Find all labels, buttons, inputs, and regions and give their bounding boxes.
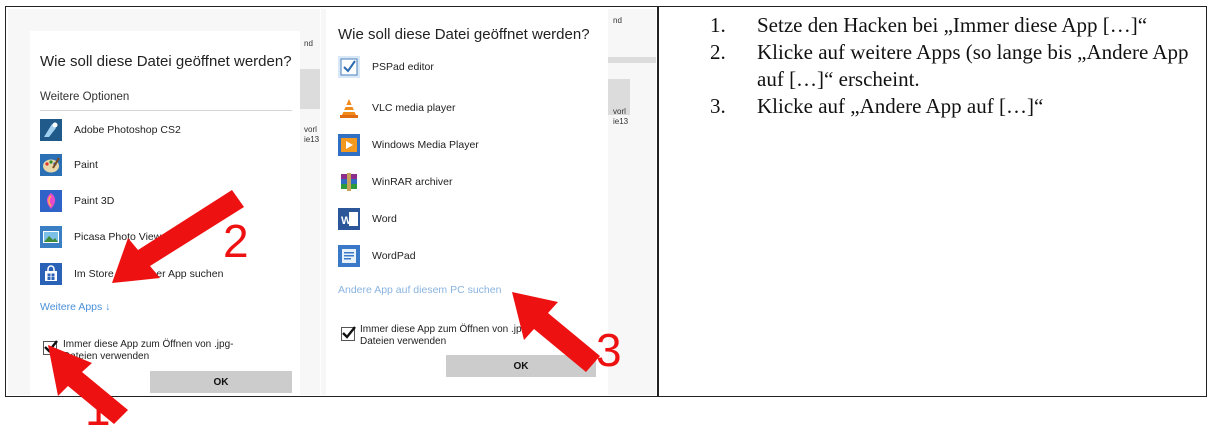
step-number-2: 2 bbox=[223, 215, 249, 267]
step-number-3: 3 bbox=[596, 324, 622, 376]
instruction-number: 1. bbox=[710, 13, 726, 37]
arrow-step-3 bbox=[512, 292, 600, 372]
instruction-number: 3. bbox=[710, 94, 726, 118]
step-number-1: 1 bbox=[85, 383, 111, 435]
instruction-item: 3. Klicke auf „Andere App auf […]“ bbox=[710, 93, 1200, 120]
instruction-text: Klicke auf „Andere App auf […]“ bbox=[757, 94, 1044, 118]
instruction-item: 2. Klicke auf weitere Apps (so lange bis… bbox=[710, 39, 1200, 93]
instruction-list: 1. Setze den Hacken bei „Immer diese App… bbox=[710, 12, 1200, 120]
instruction-number: 2. bbox=[710, 40, 726, 64]
instruction-text: Klicke auf weitere Apps (so lange bis „A… bbox=[757, 40, 1189, 91]
instruction-text: Setze den Hacken bei „Immer diese App […… bbox=[757, 13, 1148, 37]
instruction-item: 1. Setze den Hacken bei „Immer diese App… bbox=[710, 12, 1200, 39]
